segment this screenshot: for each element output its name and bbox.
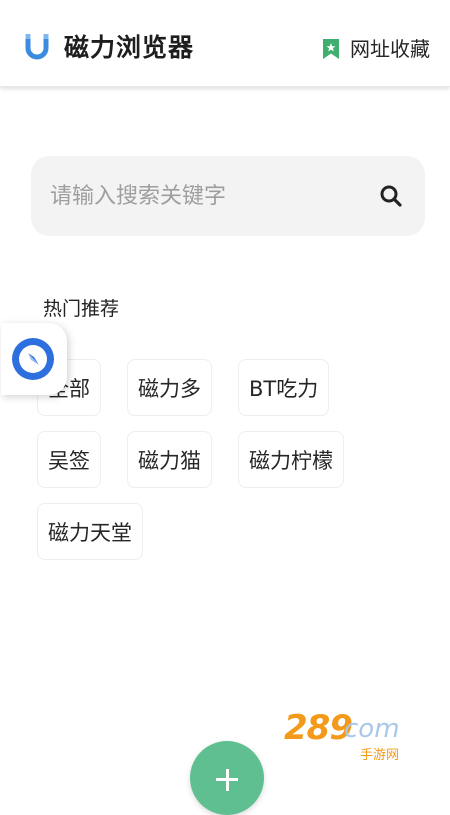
hot-tag[interactable]: 磁力猫 bbox=[127, 431, 212, 488]
watermark-com: com bbox=[344, 714, 400, 744]
floating-compass-button[interactable] bbox=[1, 323, 67, 395]
bookmarks-button[interactable]: 网址收藏 bbox=[322, 34, 430, 64]
search-icon[interactable] bbox=[379, 184, 403, 208]
hot-tag[interactable]: 磁力柠檬 bbox=[238, 431, 344, 488]
search-bar bbox=[31, 156, 425, 236]
compass-icon bbox=[12, 338, 54, 380]
watermark-number: 289 bbox=[284, 708, 353, 748]
hot-tag[interactable]: 磁力天堂 bbox=[37, 503, 143, 560]
add-button[interactable] bbox=[190, 741, 264, 815]
app-title: 磁力浏览器 bbox=[64, 33, 195, 62]
search-input[interactable] bbox=[50, 176, 350, 216]
watermark-subtitle: 手游网 bbox=[360, 748, 400, 763]
hot-tag[interactable]: BT吃力 bbox=[238, 359, 330, 416]
plus-icon-vertical bbox=[225, 768, 229, 791]
hot-tag[interactable]: 磁力多 bbox=[127, 359, 212, 416]
hot-section-title: 热门推荐 bbox=[43, 298, 120, 320]
bookmark-star-icon bbox=[323, 39, 339, 59]
watermark-logo: 289 com 手游网 bbox=[284, 708, 444, 768]
app-header: 磁力浏览器 网址收藏 bbox=[0, 0, 450, 87]
bookmarks-label: 网址收藏 bbox=[350, 37, 430, 61]
hot-tag[interactable]: 吴签 bbox=[37, 431, 101, 488]
hot-tag-list: 全部 磁力多 BT吃力 吴签 磁力猫 磁力柠檬 磁力天堂 bbox=[37, 359, 377, 560]
magnet-icon bbox=[25, 34, 49, 60]
